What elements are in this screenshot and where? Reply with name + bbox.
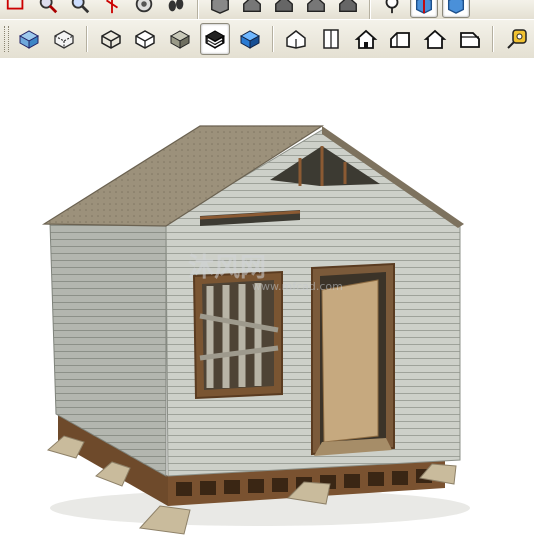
left-view-button[interactable]	[455, 23, 486, 55]
model-viewport[interactable]: 沐风网 www.mfcad.com	[0, 58, 534, 544]
shaded-textures-style-icon	[204, 30, 225, 49]
wireframe-style-icon	[100, 30, 121, 49]
zoom-extents-icon	[105, 0, 119, 14]
toolbar-separator	[197, 0, 199, 19]
iso-view-icon	[286, 30, 307, 49]
tape-measure-icon	[506, 29, 527, 49]
hidden-line-style-icon	[135, 30, 156, 49]
back-edges-style-button[interactable]	[49, 23, 80, 55]
house-view-2-button[interactable]	[270, 0, 298, 18]
tape-measure-button[interactable]	[501, 23, 532, 55]
house-view-2-icon	[275, 0, 293, 13]
shed-model: 沐风网 www.mfcad.com	[41, 125, 470, 535]
house-view-3-icon	[307, 0, 325, 13]
zoom-window-icon	[71, 0, 90, 14]
top-view-button[interactable]	[316, 23, 347, 55]
section-blue-icon	[415, 0, 433, 14]
component-icon	[211, 0, 229, 14]
monochrome-style-icon	[239, 30, 260, 49]
back-view-icon	[423, 29, 447, 49]
back-view-button[interactable]	[420, 23, 451, 55]
zoom-extents-button[interactable]	[98, 0, 126, 18]
position-camera-icon	[385, 0, 399, 14]
orbit-button[interactable]	[130, 0, 158, 18]
shaded-style-button[interactable]	[165, 23, 196, 55]
house-view-button[interactable]	[238, 0, 266, 18]
top-toolbar	[0, 0, 534, 20]
section-active-icon	[447, 0, 465, 14]
toolbar-separator	[86, 26, 89, 52]
hidden-line-style-button[interactable]	[130, 23, 161, 55]
toolbar-separator	[271, 26, 274, 52]
wireframe-style-button[interactable]	[95, 23, 126, 55]
rectangle-tool-button[interactable]	[2, 0, 30, 18]
rectangle-tool-icon	[6, 0, 24, 10]
walk-button[interactable]	[162, 0, 190, 18]
back-edges-style-icon	[54, 30, 74, 49]
right-view-button[interactable]	[385, 23, 416, 55]
toolbar-separator	[492, 26, 495, 52]
xray-style-button[interactable]	[14, 23, 45, 55]
shaded-textures-style-button[interactable]	[199, 23, 231, 55]
front-view-button[interactable]	[350, 23, 381, 55]
position-camera-button[interactable]	[378, 0, 406, 18]
watermark-main: 沐风网	[188, 253, 266, 283]
zoom-window-button[interactable]	[66, 0, 94, 18]
shaded-style-icon	[170, 30, 191, 49]
front-view-icon	[354, 29, 378, 49]
top-view-icon	[323, 29, 339, 49]
section-active-button[interactable]	[442, 0, 470, 18]
zoom-tool-icon	[39, 0, 58, 14]
section-blue-button[interactable]	[410, 0, 438, 18]
left-view-icon	[460, 32, 480, 48]
toolbar-grip[interactable]	[4, 26, 9, 52]
house-view-4-icon	[339, 0, 357, 13]
orbit-icon	[135, 0, 153, 13]
house-view-3-button[interactable]	[302, 0, 330, 18]
house-view-icon	[243, 0, 261, 13]
watermark-sub: www.mfcad.com	[252, 280, 343, 293]
toolbar-separator	[369, 0, 371, 19]
right-view-icon	[390, 32, 411, 48]
zoom-button[interactable]	[34, 0, 62, 18]
house-view-4-button[interactable]	[334, 0, 362, 18]
styles-views-toolbar	[0, 19, 534, 59]
monochrome-style-button[interactable]	[234, 23, 265, 55]
walk-icon	[168, 0, 184, 12]
iso-view-button[interactable]	[281, 23, 312, 55]
component-button[interactable]	[206, 0, 234, 18]
xray-style-icon	[19, 30, 40, 49]
